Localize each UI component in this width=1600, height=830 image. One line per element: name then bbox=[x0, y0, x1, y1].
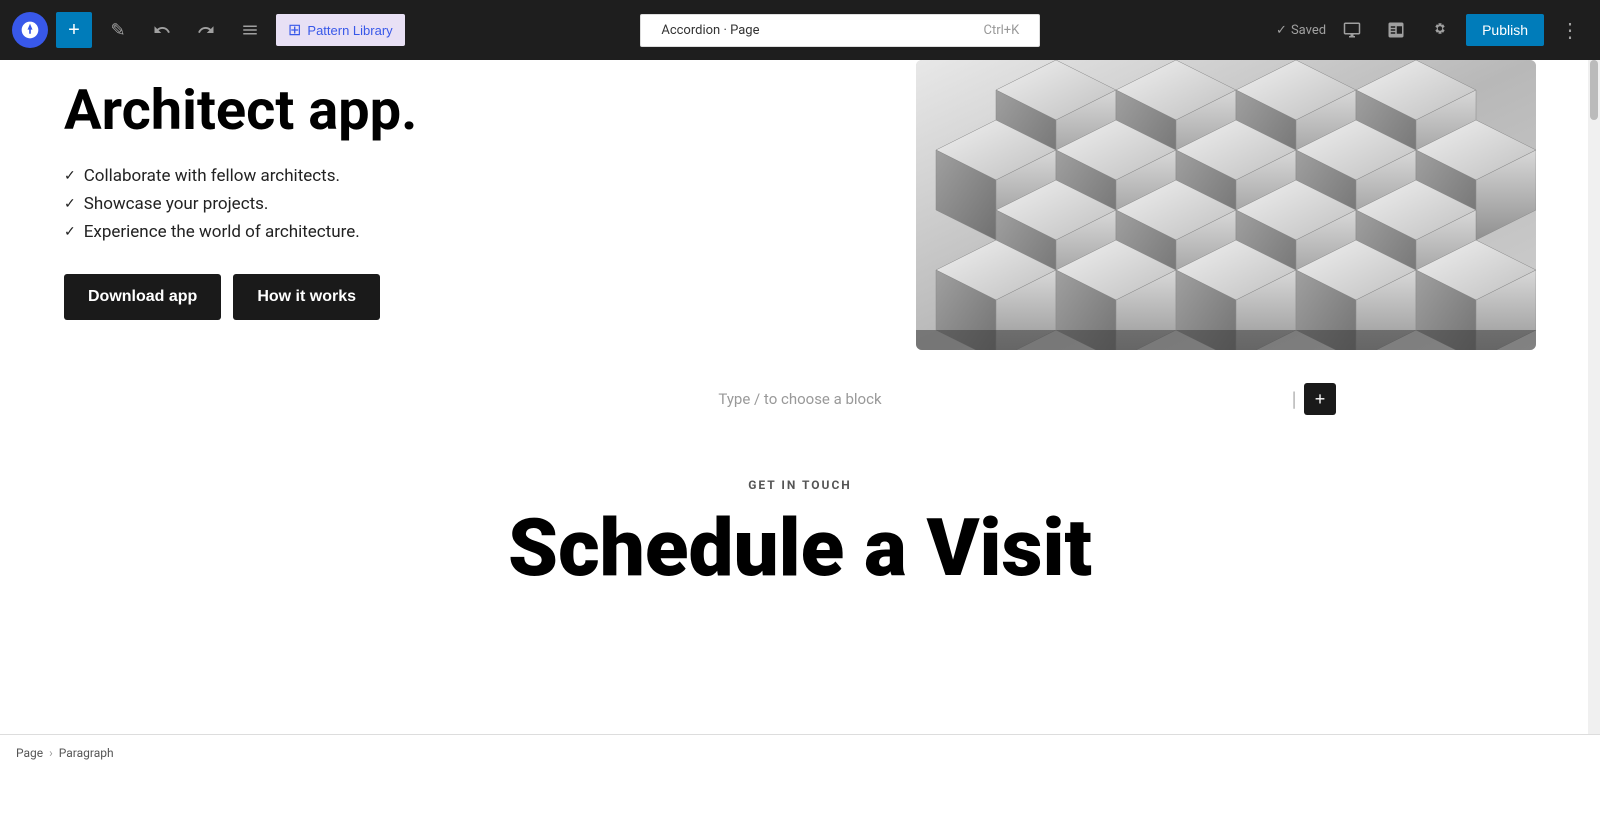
how-it-works-button[interactable]: How it works bbox=[233, 274, 380, 320]
edit-tool-button[interactable]: ✎ bbox=[100, 12, 136, 48]
feature-list: ✓ Collaborate with fellow architects. ✓ … bbox=[64, 166, 876, 242]
check-icon-2: ✓ bbox=[64, 196, 76, 212]
page-title-text: Accordion · Page bbox=[661, 23, 759, 38]
feature-text-1: Collaborate with fellow architects. bbox=[84, 166, 340, 186]
feature-text-2: Showcase your projects. bbox=[84, 194, 269, 214]
more-options-button[interactable]: ⋮ bbox=[1552, 12, 1588, 48]
check-icon-3: ✓ bbox=[64, 224, 76, 240]
feature-item-1: ✓ Collaborate with fellow architects. bbox=[64, 166, 876, 186]
page-title-bar[interactable]: Accordion · Page Ctrl+K bbox=[640, 14, 1040, 47]
check-icon-1: ✓ bbox=[64, 168, 76, 184]
toolbar: + ✎ ⊞ Pattern Library Accordion · Page C… bbox=[0, 0, 1600, 60]
wp-logo[interactable] bbox=[12, 12, 48, 48]
saved-status: ✓ Saved bbox=[1276, 23, 1326, 38]
breadcrumb-separator: › bbox=[49, 746, 53, 760]
hero-title: Architect app. bbox=[64, 80, 876, 142]
feature-item-2: ✓ Showcase your projects. bbox=[64, 194, 876, 214]
hero-image bbox=[916, 60, 1536, 350]
redo-button[interactable] bbox=[188, 12, 224, 48]
hero-text: Architect app. ✓ Collaborate with fellow… bbox=[64, 80, 876, 320]
center-area: Accordion · Page Ctrl+K bbox=[413, 14, 1268, 47]
keyboard-shortcut: Ctrl+K bbox=[984, 23, 1020, 38]
empty-block-placeholder: Type / to choose a block bbox=[718, 390, 881, 408]
scrollbar-thumb[interactable] bbox=[1590, 60, 1598, 120]
pattern-library-label: Pattern Library bbox=[307, 23, 392, 38]
breadcrumb-page[interactable]: Page bbox=[16, 746, 43, 760]
scrollbar[interactable] bbox=[1588, 60, 1600, 770]
publish-button[interactable]: Publish bbox=[1466, 14, 1544, 46]
right-toolbar: ✓ Saved Publish ⋮ bbox=[1276, 12, 1588, 48]
get-in-touch-section: GET IN TOUCH Schedule a Visit bbox=[64, 448, 1536, 608]
hero-section: Architect app. ✓ Collaborate with fellow… bbox=[64, 60, 1536, 350]
empty-block-area[interactable]: Type / to choose a block | + bbox=[64, 350, 1536, 448]
desktop-view-button[interactable] bbox=[1334, 12, 1370, 48]
pattern-library-icon: ⊞ bbox=[288, 20, 301, 40]
feature-item-3: ✓ Experience the world of architecture. bbox=[64, 222, 876, 242]
cta-buttons: Download app How it works bbox=[64, 274, 876, 320]
section-title: Schedule a Visit bbox=[64, 508, 1536, 588]
add-block-inline-button[interactable]: + bbox=[1304, 383, 1336, 415]
download-app-button[interactable]: Download app bbox=[64, 274, 221, 320]
main-content: Architect app. ✓ Collaborate with fellow… bbox=[0, 60, 1600, 734]
undo-button[interactable] bbox=[144, 12, 180, 48]
pattern-library-button[interactable]: ⊞ Pattern Library bbox=[276, 14, 405, 46]
status-bar: Page › Paragraph bbox=[0, 734, 1600, 770]
add-block-button[interactable]: + bbox=[56, 12, 92, 48]
blocks-button[interactable] bbox=[1378, 12, 1414, 48]
settings-button[interactable] bbox=[1422, 12, 1458, 48]
cursor-indicator: | bbox=[1292, 387, 1296, 411]
tools-button[interactable] bbox=[232, 12, 268, 48]
section-label: GET IN TOUCH bbox=[64, 478, 1536, 492]
breadcrumb-paragraph: Paragraph bbox=[59, 746, 114, 760]
feature-text-3: Experience the world of architecture. bbox=[84, 222, 360, 242]
